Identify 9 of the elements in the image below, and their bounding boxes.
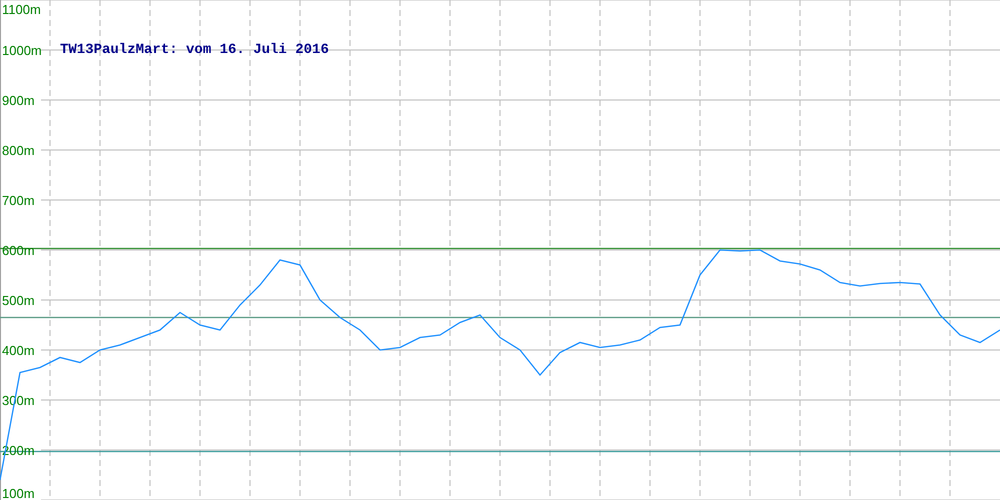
chart-title: TW13PaulzMart: vom 16. Juli 2016 (60, 42, 329, 58)
axis-label: 100m (2, 486, 35, 500)
axis-label: 1100m (2, 2, 41, 17)
axis-label: 800m (2, 143, 35, 158)
axis-label: 700m (2, 193, 35, 208)
axis-label: 900m (2, 93, 35, 108)
axis-label: 1000m (2, 43, 42, 58)
axis-label: 500m (2, 293, 35, 308)
axis-label: 400m (2, 343, 35, 358)
